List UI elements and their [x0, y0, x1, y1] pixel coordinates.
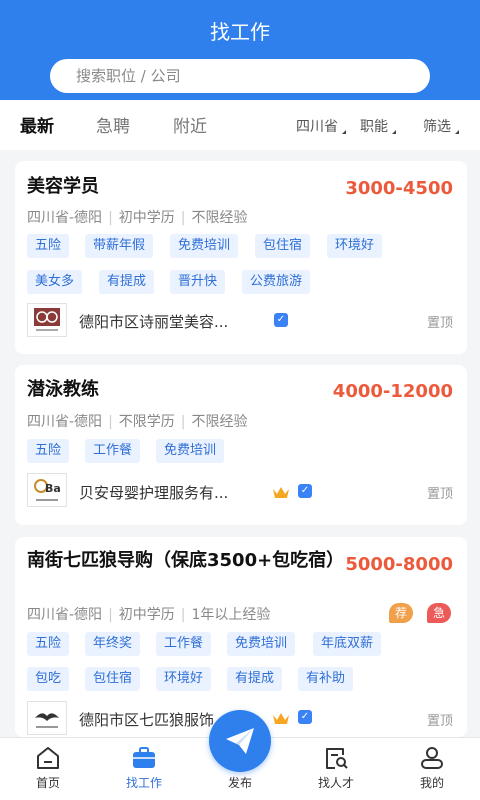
tab-nearby[interactable]: 附近	[173, 112, 207, 137]
company-logo: Ba	[27, 473, 67, 507]
publish-button[interactable]	[209, 710, 271, 772]
job-tag: 包吃	[27, 667, 70, 691]
nav-publish-label: 发布	[227, 776, 252, 790]
pinned-label: 置顶	[426, 714, 453, 729]
tab-urgent[interactable]: 急聘	[96, 112, 130, 137]
tab-latest[interactable]: 最新	[20, 112, 54, 137]
briefcase-icon	[133, 747, 155, 768]
company-logo	[27, 701, 67, 735]
pinned-label: 置顶	[426, 487, 453, 502]
job-tag: 有提成	[227, 667, 283, 691]
nav-home-label: 首页	[35, 776, 60, 790]
filter-more[interactable]: 筛选	[423, 116, 459, 136]
filter-function-label: 职能	[360, 119, 388, 135]
job-experience: 不限经验	[191, 210, 248, 226]
job-education: 初中学历	[118, 607, 175, 623]
page-title: 找工作	[210, 20, 270, 44]
verified-icon: ✓	[298, 484, 312, 498]
job-tag: 有补助	[298, 667, 354, 691]
filter-province[interactable]: 四川省	[296, 116, 346, 136]
nav-jobs[interactable]: 找工作	[96, 738, 192, 800]
company-name[interactable]: 德阳市区诗丽堂美容...	[79, 311, 228, 332]
job-education: 不限学历	[118, 414, 175, 430]
job-location: 四川省-德阳	[27, 607, 103, 623]
job-tag: 晋升快	[170, 270, 226, 294]
job-tag: 五险	[27, 234, 70, 258]
pinned-label: 置顶	[426, 316, 453, 331]
filter-province-label: 四川省	[296, 119, 338, 135]
job-location: 四川省-德阳	[27, 414, 103, 430]
verified-icon: ✓	[298, 710, 312, 724]
job-tag: 免费培训	[170, 234, 239, 258]
job-tag: 工作餐	[85, 439, 141, 463]
verified-icon: ✓	[274, 313, 288, 327]
job-card[interactable]: 美容学员 3000-4500 四川省-德阳 | 初中学历 | 不限经验 五险 带薪年假 …	[15, 161, 467, 354]
filter-more-label: 筛选	[423, 119, 451, 135]
job-tag: 免费培训	[227, 632, 296, 656]
recommended-badge: 荐	[389, 603, 413, 623]
profile-icon	[421, 747, 443, 769]
caret-icon	[455, 130, 459, 134]
job-tag: 年底双薪	[313, 632, 382, 656]
job-experience: 1年以上经验	[191, 607, 271, 623]
send-icon	[226, 728, 254, 754]
crown-icon	[273, 487, 289, 498]
caret-icon	[392, 130, 396, 134]
job-tag: 工作餐	[156, 632, 212, 656]
job-tag: 年终奖	[85, 632, 141, 656]
job-card[interactable]: 南街七匹狼导购（保底3500+包吃宿） 5000-8000 四川省-德阳 | 初中学…	[15, 537, 467, 737]
home-icon	[37, 747, 59, 769]
nav-talent[interactable]: 找人才	[288, 738, 384, 800]
job-education: 初中学历	[118, 210, 175, 226]
top-header: 找工作 搜索职位 / 公司	[0, 0, 480, 100]
job-salary: 5000-8000	[345, 554, 453, 575]
job-tag: 带薪年假	[85, 234, 154, 258]
job-tag: 包住宿	[255, 234, 311, 258]
company-name[interactable]: 贝安母婴护理服务有...	[79, 482, 228, 503]
job-tag: 美女多	[27, 270, 83, 294]
job-tag: 五险	[27, 632, 70, 656]
job-tag: 免费培训	[156, 439, 225, 463]
job-title: 潜泳教练	[27, 379, 99, 400]
nav-home[interactable]: 首页	[0, 738, 96, 800]
nav-talent-label: 找人才	[317, 776, 354, 790]
search-input[interactable]: 搜索职位 / 公司	[50, 59, 430, 93]
job-tag: 环境好	[156, 667, 212, 691]
job-meta: 四川省-德阳 | 初中学历 | 不限经验	[27, 210, 248, 226]
filter-function[interactable]: 职能	[360, 116, 396, 136]
svg-text:Ba: Ba	[45, 482, 61, 495]
job-card[interactable]: 潜泳教练 4000-12000 四川省-德阳 | 不限学历 | 不限经验 五险 工作餐 …	[15, 365, 467, 525]
job-tag: 五险	[27, 439, 70, 463]
job-meta: 四川省-德阳 | 不限学历 | 不限经验	[27, 414, 248, 430]
job-salary: 3000-4500	[345, 178, 453, 199]
job-experience: 不限经验	[191, 414, 248, 430]
job-tag: 公费旅游	[242, 270, 311, 294]
caret-icon	[342, 130, 346, 134]
nav-profile-label: 我的	[419, 776, 444, 790]
company-logo	[27, 303, 67, 337]
job-location: 四川省-德阳	[27, 210, 103, 226]
company-name[interactable]: 德阳市区七匹狼服饰...	[79, 709, 228, 730]
job-title: 美容学员	[27, 176, 99, 197]
nav-profile[interactable]: 我的	[384, 738, 480, 800]
job-title: 南街七匹狼导购（保底3500+包吃宿）	[27, 550, 345, 571]
nav-jobs-label: 找工作	[125, 776, 162, 790]
job-tag: 包住宿	[85, 667, 141, 691]
urgent-badge: 急	[427, 603, 451, 623]
job-salary: 4000-12000	[332, 381, 453, 402]
filter-tab-bar: 最新 急聘 附近 四川省 职能 筛选	[0, 100, 480, 150]
job-tag: 环境好	[327, 234, 383, 258]
talent-search-icon	[326, 748, 348, 769]
crown-icon	[273, 713, 289, 724]
job-tag: 有提成	[99, 270, 155, 294]
job-meta: 四川省-德阳 | 初中学历 | 1年以上经验	[27, 607, 271, 623]
